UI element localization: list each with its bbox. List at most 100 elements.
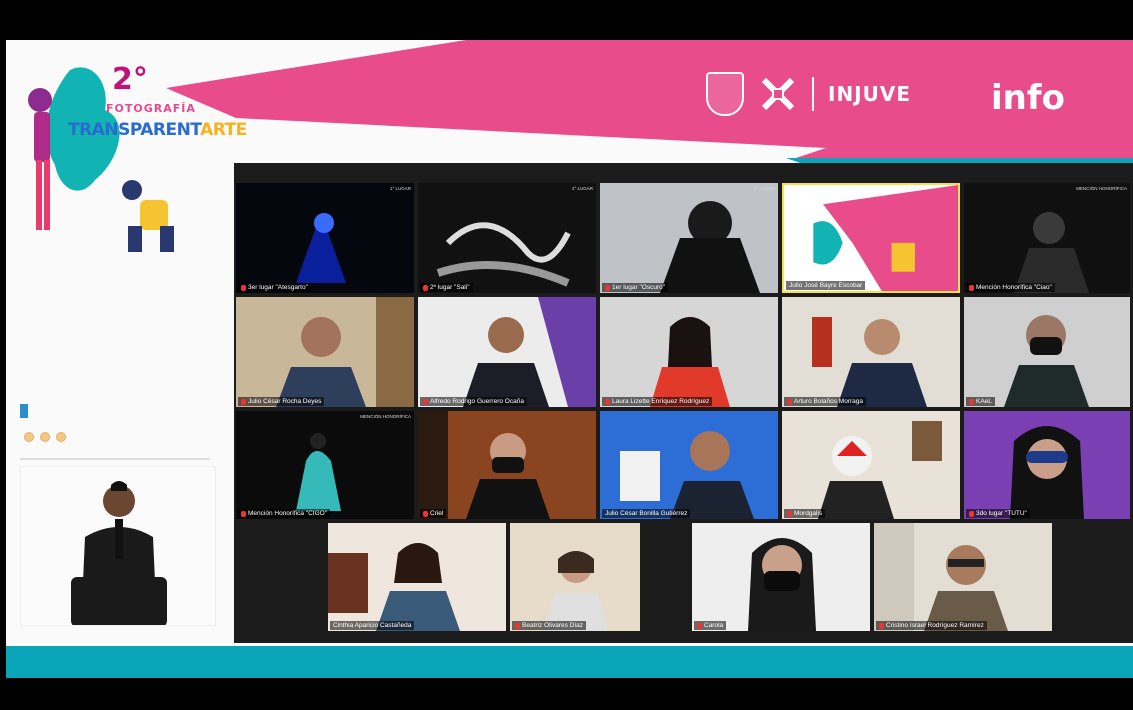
mic-muted-icon — [787, 510, 792, 517]
mic-muted-icon — [241, 284, 246, 291]
participant-tile[interactable]: 3° LUGAR 1er lugar "Oscuro" — [600, 183, 778, 293]
video-gallery: 1° LUGAR 3er lugar "Atesgarto" 2° LUGAR … — [234, 163, 1133, 643]
mic-muted-icon — [969, 284, 974, 291]
participant-name-text: 1er lugar "Oscuro" — [612, 284, 666, 291]
participant-name-text: Mención Honorífica "CIGO" — [248, 510, 328, 517]
participant-tile[interactable]: Julio César Rocha Deyes — [236, 297, 414, 407]
partner-divider — [812, 77, 814, 111]
participant-tile[interactable]: 1° LUGAR 3er lugar "Atesgarto" — [236, 183, 414, 293]
stream-stage: 2° FOTOGRAFÍA TRANSPARENTARTE INJUVE inf… — [6, 40, 1133, 678]
side-dot — [40, 432, 50, 442]
side-dot — [56, 432, 66, 442]
mic-muted-icon — [787, 398, 792, 405]
participant-tile[interactable]: KAeL — [964, 297, 1130, 407]
tile-corner-label: 3° LUGAR — [753, 186, 775, 191]
participant-name-text: KAeL — [976, 398, 992, 405]
participant-name: Mordgalis — [784, 509, 826, 518]
logo-trans-text: TRANSPARENT — [68, 120, 201, 140]
participant-name-text: Cinthia Aparicio Castañeda — [333, 622, 412, 629]
participant-name: Beatriz Olivares Díaz — [512, 621, 587, 630]
participant-name-text: 3er lugar "Atesgarto" — [248, 284, 308, 291]
mic-muted-icon — [241, 398, 246, 405]
mic-muted-icon — [969, 398, 974, 405]
participant-name-text: 3do lugar "TUTU" — [976, 510, 1027, 517]
participant-name-text: Carola — [704, 622, 724, 629]
letterbox-bottom — [0, 678, 1133, 710]
participant-tile[interactable]: Cristino Israel Rodríguez Ramírez — [874, 523, 1052, 631]
tile-corner-label: 2° LUGAR — [571, 186, 593, 191]
participant-tile[interactable]: Julio César Bonilla Gutiérrez — [600, 411, 778, 519]
participant-name: 3er lugar "Atesgarto" — [238, 283, 311, 292]
participant-name: Mención Honorífica "Ciao" — [966, 283, 1055, 292]
participant-name-text: Julio José Bayre Escobar — [789, 282, 863, 289]
participant-name-text: Julio César Bonilla Gutiérrez — [605, 510, 688, 517]
mic-muted-icon — [879, 622, 884, 629]
participant-tile[interactable]: Alfredo Rodrigo Guerrero Ocaña — [418, 297, 596, 407]
participant-name-text: Alfredo Rodrigo Guerrero Ocaña — [430, 398, 524, 405]
side-dot — [24, 432, 34, 442]
sign-language-interpreter — [20, 466, 216, 626]
participant-name: Julio César Rocha Deyes — [238, 397, 325, 406]
mic-muted-icon — [605, 284, 610, 291]
tile-corner-label: MENCIÓN HONORÍFICA — [1076, 186, 1127, 191]
participant-name: KAeL — [966, 397, 995, 406]
mic-muted-icon — [515, 622, 520, 629]
logo-title: TRANSPARENTARTE — [68, 120, 247, 140]
participant-tile[interactable]: MENCIÓN HONORÍFICA Mención Honorífica "C… — [964, 183, 1130, 293]
mic-muted-icon — [241, 510, 246, 517]
participant-name-text: Mordgalis — [794, 510, 823, 517]
participant-name: Cristino Israel Rodríguez Ramírez — [876, 621, 987, 630]
participant-name-text: Arturo Bolaños Morraga — [794, 398, 864, 405]
participant-name-text: Laura Lizette Enríquez Rodríguez — [612, 398, 710, 405]
participant-name: Alfredo Rodrigo Guerrero Ocaña — [420, 397, 527, 406]
mic-muted-icon — [969, 510, 974, 517]
participant-name: Laura Lizette Enríquez Rodríguez — [602, 397, 713, 406]
participant-tile[interactable]: Carola — [692, 523, 870, 631]
participant-tile[interactable]: Beatriz Olivares Díaz — [510, 523, 640, 631]
logo-number: 2° — [112, 62, 148, 97]
info-logo: info — [991, 78, 1066, 118]
tile-corner-label: MENCIÓN HONORÍFICA — [360, 414, 411, 419]
participant-name-text: Cristino Israel Rodríguez Ramírez — [886, 622, 984, 629]
participant-name: Julio José Bayre Escobar — [786, 281, 866, 290]
participant-name-text: Mención Honorífica "Ciao" — [976, 284, 1052, 291]
participant-name: Criel — [420, 509, 447, 518]
participant-name-text: Beatriz Olivares Díaz — [522, 622, 584, 629]
participant-tile[interactable]: Criel — [418, 411, 596, 519]
mic-muted-icon — [697, 622, 702, 629]
mic-muted-icon — [423, 284, 428, 291]
participant-name: Julio César Bonilla Gutiérrez — [602, 509, 691, 518]
side-divider — [20, 458, 210, 460]
footer-bar — [6, 646, 1133, 678]
participant-tile[interactable]: Mordgalis — [782, 411, 960, 519]
participant-tile[interactable]: Laura Lizette Enríquez Rodríguez — [600, 297, 778, 407]
participant-name: Carola — [694, 621, 727, 630]
mic-muted-icon — [605, 398, 610, 405]
participant-name: Cinthia Aparicio Castañeda — [330, 621, 415, 630]
participant-name: 3do lugar "TUTU" — [966, 509, 1030, 518]
participant-name-text: Criel — [430, 510, 444, 517]
side-dots — [24, 432, 66, 442]
participant-tile[interactable]: Arturo Bolaños Morraga — [782, 297, 960, 407]
logo-arte-text: ARTE — [200, 120, 247, 140]
cdmx-shield-icon — [706, 72, 744, 116]
cdmx-cross-icon — [758, 74, 798, 114]
injuve-logo: INJUVE — [828, 82, 912, 106]
letterbox-top — [0, 0, 1133, 40]
participant-tile-active[interactable]: Julio José Bayre Escobar — [782, 183, 960, 293]
logo-subtitle: FOTOGRAFÍA — [106, 102, 196, 115]
participant-tile[interactable]: 3do lugar "TUTU" — [964, 411, 1130, 519]
participant-name: Mención Honorífica "CIGO" — [238, 509, 331, 518]
participant-name-text: 2º lugar "Sali" — [430, 284, 470, 291]
event-logo: 2° FOTOGRAFÍA TRANSPARENTARTE — [20, 50, 247, 252]
participant-name-text: Julio César Rocha Deyes — [248, 398, 322, 405]
participant-name: 2º lugar "Sali" — [420, 283, 473, 292]
mic-muted-icon — [423, 510, 428, 517]
participant-name: Arturo Bolaños Morraga — [784, 397, 867, 406]
partner-logos: INJUVE — [706, 70, 911, 118]
participant-tile[interactable]: MENCIÓN HONORÍFICA Mención Honorífica "C… — [236, 411, 414, 519]
tile-corner-label: 1° LUGAR — [389, 186, 411, 191]
participant-tile[interactable]: 2° LUGAR 2º lugar "Sali" — [418, 183, 596, 293]
participant-tile[interactable]: Cinthia Aparicio Castañeda — [328, 523, 506, 631]
side-marker — [20, 404, 28, 418]
